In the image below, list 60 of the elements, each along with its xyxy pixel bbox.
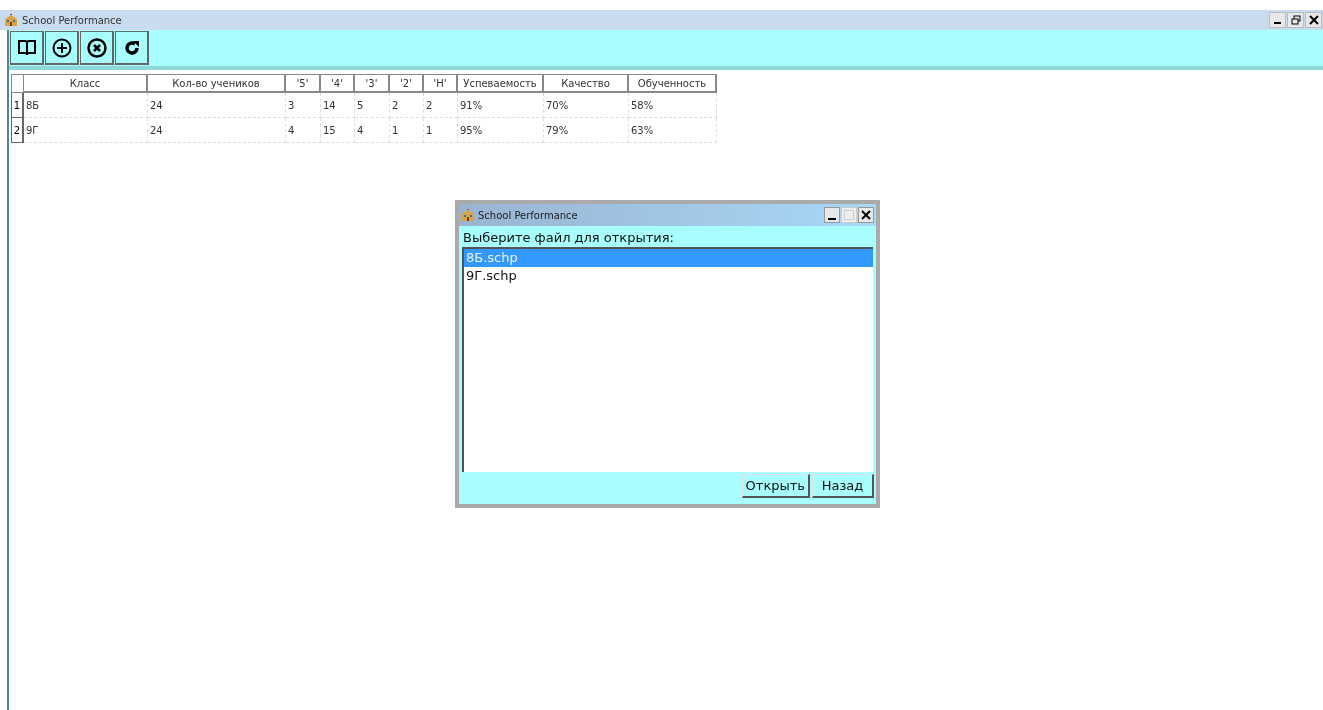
table-cell: 2 — [424, 93, 458, 118]
minimize-icon — [828, 218, 836, 220]
column-header[interactable]: Класс — [24, 74, 148, 93]
minimize-button[interactable] — [824, 207, 840, 223]
table-cell: 14 — [321, 93, 355, 118]
prompt-label: Выберите файл для открытия: — [462, 229, 675, 247]
table-cell: 5 — [355, 93, 390, 118]
table-cell: 70% — [544, 93, 629, 118]
row-header[interactable]: 2 — [11, 118, 24, 143]
table-cell: 1 — [390, 118, 424, 143]
column-header[interactable]: '5' — [286, 74, 321, 93]
close-icon — [861, 210, 871, 220]
restore-button[interactable] — [1287, 12, 1304, 28]
column-header[interactable]: Успеваемость — [458, 74, 544, 93]
restore-icon — [1290, 15, 1301, 25]
toolbar-button[interactable] — [10, 31, 44, 65]
table-cell: 24 — [148, 118, 286, 143]
close-button[interactable] — [858, 207, 874, 223]
book-icon — [16, 38, 37, 57]
table-cell: 63% — [629, 118, 717, 143]
table-cell: 1 — [424, 118, 458, 143]
table-cell: 79% — [544, 118, 629, 143]
toolbar-button[interactable] — [45, 31, 79, 65]
close-icon — [1308, 15, 1319, 25]
column-header[interactable]: '2' — [390, 74, 424, 93]
school-icon — [4, 14, 18, 26]
minimize-button[interactable] — [1269, 12, 1286, 28]
school-icon — [461, 209, 475, 221]
column-header[interactable]: '3' — [355, 74, 390, 93]
dialog-button[interactable]: Назад — [812, 474, 874, 498]
close-button[interactable] — [1305, 12, 1322, 28]
dialog-button[interactable]: Открыть — [741, 474, 810, 498]
table-cell: 4 — [286, 118, 321, 143]
column-header[interactable]: '4' — [321, 74, 355, 93]
plus-circle-icon — [51, 37, 72, 58]
table-cell: 58% — [629, 93, 717, 118]
table-cell: 9Г — [24, 118, 148, 143]
file-list[interactable]: 8Б.schp 9Г.schp — [462, 247, 873, 472]
refresh-icon — [122, 38, 141, 57]
column-header[interactable]: Качество — [544, 74, 629, 93]
toolbar-button[interactable] — [115, 31, 149, 65]
table-cell: 24 — [148, 93, 286, 118]
table-cell: 4 — [355, 118, 390, 143]
table-cell: 91% — [458, 93, 544, 118]
maximize-icon — [844, 210, 854, 220]
table-cell: 95% — [458, 118, 544, 143]
column-header[interactable]: 'Н' — [424, 74, 458, 93]
column-header[interactable]: Кол-во учеников — [148, 74, 286, 93]
table-cell: 15 — [321, 118, 355, 143]
file-list-item[interactable]: 9Г.schp — [464, 267, 873, 285]
close-circle-icon — [86, 37, 107, 58]
dialog-title: School Performance — [478, 208, 578, 223]
table-cell: 2 — [390, 93, 424, 118]
column-header[interactable]: Обученность — [629, 74, 717, 93]
table-cell: 3 — [286, 93, 321, 118]
table-cell: 8Б — [24, 93, 148, 118]
toolbar-button[interactable] — [80, 31, 114, 65]
row-header[interactable]: 1 — [11, 93, 24, 118]
table-corner — [11, 74, 24, 93]
window-title: School Performance — [22, 13, 122, 28]
